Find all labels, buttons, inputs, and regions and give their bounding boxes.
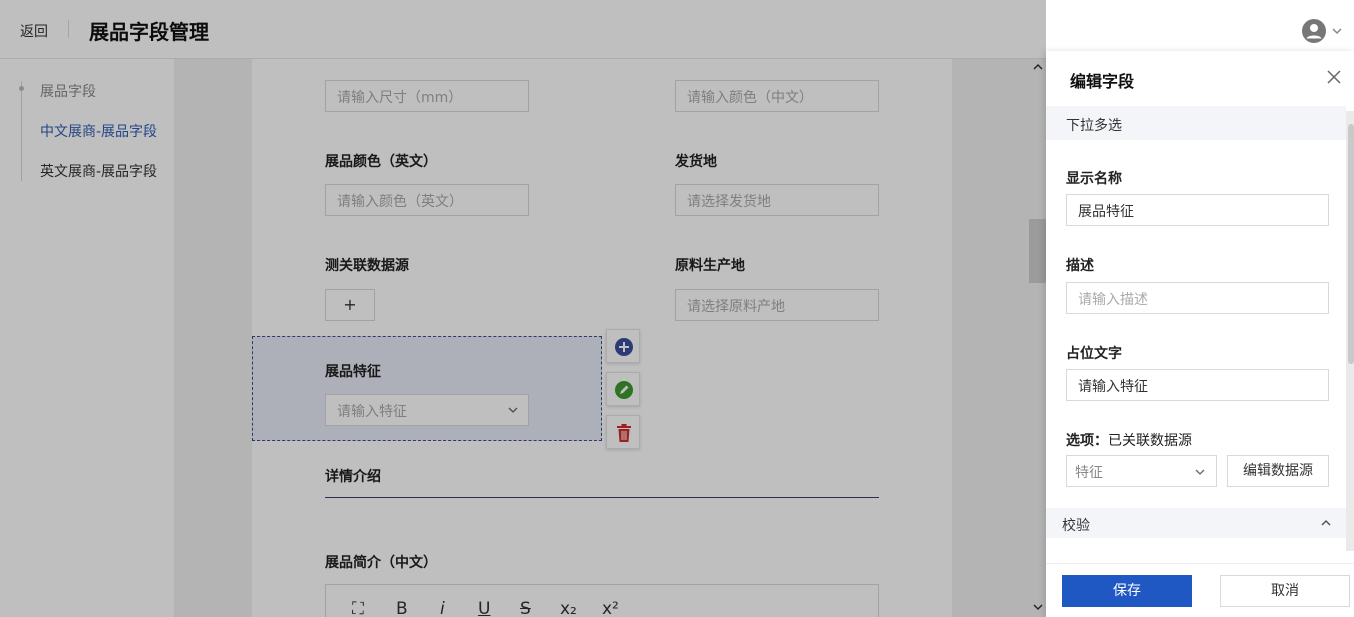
save-button[interactable]: 保存	[1062, 575, 1192, 607]
description-label: 描述	[1066, 258, 1094, 274]
edit-field-drawer: 编辑字段 下拉多选 显示名称 展品特征 描述 请输入描述 占位文字 请输入特征 …	[1046, 51, 1354, 617]
edit-datasource-button[interactable]: 编辑数据源	[1227, 455, 1329, 487]
display-name-label: 显示名称	[1066, 171, 1122, 187]
placeholder-text-label: 占位文字	[1066, 346, 1122, 362]
options-label: 选项：已关联数据源	[1066, 430, 1192, 450]
cancel-button[interactable]: 取消	[1220, 575, 1350, 607]
validation-section-header[interactable]: 校验	[1046, 508, 1346, 538]
modal-mask[interactable]	[0, 0, 1046, 617]
drawer-scrollbar-thumb[interactable]	[1348, 124, 1354, 364]
field-type-bar: 下拉多选	[1046, 106, 1346, 140]
validation-label: 校验	[1062, 518, 1090, 534]
description-input[interactable]: 请输入描述	[1066, 282, 1329, 314]
field-type-label: 下拉多选	[1066, 118, 1122, 134]
chevron-up-icon	[1321, 519, 1331, 526]
datasource-select-value: 特征	[1075, 465, 1103, 481]
close-icon[interactable]	[1326, 69, 1342, 85]
options-label-strong: 选项：	[1066, 433, 1108, 449]
options-label-rest: 已关联数据源	[1108, 433, 1192, 449]
drawer-footer: 保存 取消	[1046, 563, 1354, 617]
display-name-input[interactable]: 展品特征	[1066, 194, 1329, 226]
drawer-title: 编辑字段	[1070, 72, 1135, 91]
chevron-down-icon[interactable]	[1332, 26, 1342, 36]
chevron-down-icon	[1195, 469, 1205, 475]
user-avatar-icon[interactable]	[1302, 19, 1326, 43]
datasource-select[interactable]: 特征	[1066, 455, 1217, 487]
placeholder-text-input[interactable]: 请输入特征	[1066, 369, 1329, 401]
